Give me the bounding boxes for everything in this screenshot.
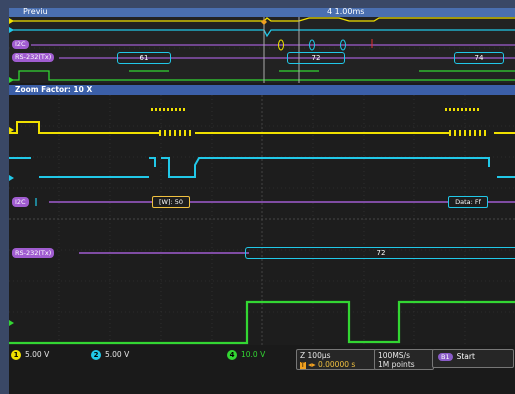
overview-packet: 72 bbox=[287, 52, 345, 64]
overview-pane[interactable]: Previu 4 1.00ms I2C RS-232(Tx) 61 72 74 bbox=[9, 8, 515, 83]
zoom-ch1-burst bbox=[151, 108, 486, 136]
trigger-position: 0.00000 s bbox=[317, 360, 356, 369]
overview-packet: 74 bbox=[454, 52, 504, 64]
acquisition-readout[interactable]: 100MS/s 1M points bbox=[374, 349, 434, 370]
horizontal-scale: Z 100µs bbox=[300, 351, 331, 360]
status-bar: 1 5.00 V 2 5.00 V 4 10.0 V Z 100µs T ◂▸ … bbox=[9, 346, 515, 394]
horizontal-readout[interactable]: Z 100µs T ◂▸ 0.00000 s bbox=[296, 349, 376, 370]
ch2-volts: 5.00 V bbox=[105, 350, 130, 359]
zoom-i2c-label[interactable]: I2C bbox=[12, 197, 29, 207]
oscilloscope-display: Previu 4 1.00ms I2C RS-232(Tx) 61 72 74 … bbox=[9, 8, 515, 394]
overview-ch1-trace bbox=[9, 17, 515, 22]
zoom-waveforms bbox=[9, 95, 515, 345]
ch4-badge: 4 bbox=[227, 349, 237, 360]
ch1-readout[interactable]: 1 5.00 V bbox=[11, 349, 49, 360]
ch1-volts: 5.00 V bbox=[25, 350, 50, 359]
ch2-badge: 2 bbox=[91, 349, 101, 360]
record-length: 1M points bbox=[378, 360, 415, 369]
overview-ch4-trace bbox=[9, 70, 515, 81]
window-frame: Previu 4 1.00ms I2C RS-232(Tx) 61 72 74 … bbox=[0, 0, 515, 394]
overview-packet: 61 bbox=[117, 52, 171, 64]
overview-rs232-label[interactable]: RS-232(Tx) bbox=[12, 53, 55, 62]
bus-badge: B1 bbox=[438, 353, 453, 361]
zoom-i2c-write-packet: [W]: 50 bbox=[152, 196, 190, 208]
ch2-readout[interactable]: 2 5.00 V bbox=[91, 349, 129, 360]
start-label: Start bbox=[456, 352, 475, 361]
ch4-readout[interactable]: 4 10.0 V bbox=[227, 349, 265, 360]
zoom-pane[interactable]: I2C [W]: 50 Data: Ff RS-232(Tx) 72 bbox=[9, 95, 515, 345]
zoom-i2c-data-packet: Data: Ff bbox=[448, 196, 488, 208]
overview-waveforms bbox=[9, 17, 515, 83]
overview-i2c-label[interactable]: I2C bbox=[12, 40, 29, 49]
zoom-rs232-label[interactable]: RS-232(Tx) bbox=[12, 248, 55, 258]
ch1-badge: 1 bbox=[11, 349, 21, 360]
ch4-volts: 10.0 V bbox=[241, 350, 266, 359]
zoom-factor-label: Zoom Factor: 10 X bbox=[15, 85, 93, 94]
sample-rate: 100MS/s bbox=[378, 351, 410, 360]
start-button[interactable]: B1 Start bbox=[432, 349, 514, 368]
zoom-header: Zoom Factor: 10 X bbox=[9, 85, 515, 95]
overview-ch2-trace bbox=[9, 29, 515, 38]
zoom-rs232-packet: 72 bbox=[245, 247, 515, 259]
